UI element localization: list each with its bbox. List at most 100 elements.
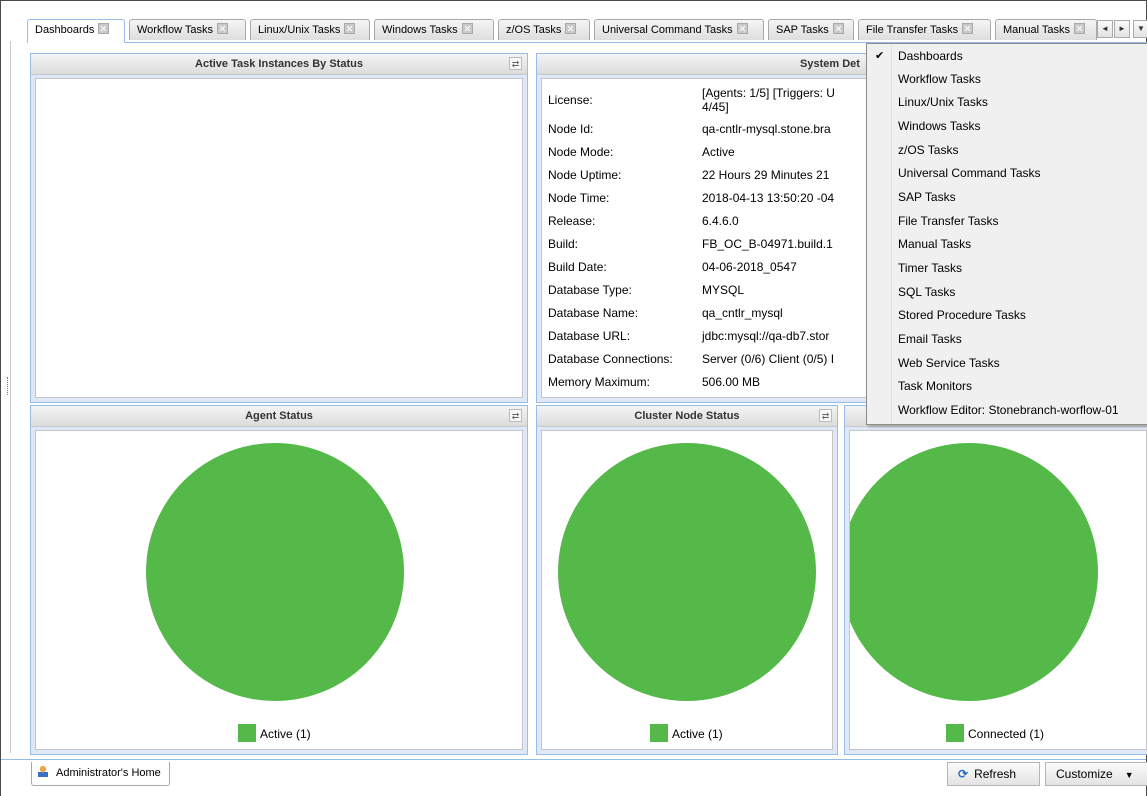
table-row: License: [Agents: 1/5] [Triggers: U 4/45] [548,83,835,117]
scroll-right-icon[interactable]: ► [1114,20,1130,38]
menu-item-label: Email Tasks [898,332,962,346]
tab-label: Administrator's Home [56,767,161,779]
panel-body [35,78,523,398]
refresh-icon[interactable]: ⇄ [509,409,522,422]
table-row: Memory Maximum: 506.00 MB [548,370,835,393]
panel-title: Agent Status [31,406,527,427]
menu-item-label: SAP Tasks [898,190,956,204]
tab-label: SAP Tasks [776,24,829,36]
menu-item-label: File Transfer Tasks [898,214,999,228]
menu-item-sql-tasks[interactable]: SQL Tasks [867,281,1147,304]
menu-item-label: Universal Command Tasks [898,166,1041,180]
menu-item-workflow-tasks[interactable]: Workflow Tasks [867,68,1147,91]
panel-body: Active (1) [541,430,833,750]
menu-item-windows-tasks[interactable]: Windows Tasks [867,115,1147,138]
menu-item-web-service-tasks[interactable]: Web Service Tasks [867,352,1147,375]
table-row: Node Time: 2018-04-13 13:50:20 -04 [548,186,835,209]
menu-item-workflow-editor[interactable]: Workflow Editor: Stonebranch-worflow-01 [867,399,1147,422]
close-icon[interactable] [98,23,110,34]
menu-item-linux-unix-tasks[interactable]: Linux/Unix Tasks [867,91,1147,114]
menu-item-label: Manual Tasks [898,237,972,251]
detail-value: MYSQL [702,282,745,297]
panel-title: Active Task Instances By Status [31,54,527,75]
legend-label: Connected (1) [968,727,1045,741]
menu-item-file-transfer-tasks[interactable]: File Transfer Tasks [867,210,1147,233]
menu-item-label: SQL Tasks [898,285,956,299]
menu-item-sap-tasks[interactable]: SAP Tasks [867,186,1147,209]
detail-key: Memory Maximum: [548,374,651,389]
cluster-node-status-panel: Cluster Node Status ⇄ Active (1) [536,405,838,755]
pie-slice[interactable] [850,443,1098,701]
menu-item-label: Timer Tasks [898,261,963,275]
menu-item-manual-tasks[interactable]: Manual Tasks [867,233,1147,256]
refresh-icon: ⟳ [958,767,969,781]
customize-button[interactable]: Customize ▼ [1045,762,1147,786]
legend-swatch [946,724,964,742]
refresh-label: Refresh [974,767,1017,781]
detail-value: qa-cntlr-mysql.stone.bra [702,121,831,136]
user-icon [38,766,48,777]
tab-label: Windows Tasks [382,24,458,36]
chevron-down-icon: ▼ [1124,770,1134,780]
menu-item-email-tasks[interactable]: Email Tasks [867,328,1147,351]
tab-file-transfer-tasks[interactable]: File Transfer Tasks [858,19,991,40]
tab-universal-command-tasks[interactable]: Universal Command Tasks [594,19,764,40]
scroll-left-icon[interactable]: ◄ [1097,20,1113,38]
menu-item-label: Dashboards [898,49,963,63]
pie-slice[interactable] [558,443,816,701]
close-icon[interactable] [565,23,577,34]
panel-body: Active (1) [35,430,523,750]
chart-legend: Active (1) [650,724,723,742]
tab-windows-tasks[interactable]: Windows Tasks [374,19,494,40]
menu-item-label: Windows Tasks [898,119,981,133]
tab-administrators-home[interactable]: Administrator's Home [31,762,170,786]
tab-menu-icon[interactable]: ▼ [1133,20,1147,38]
menu-item-dashboards[interactable]: ✔ Dashboards [867,45,1147,68]
menu-item-universal-command-tasks[interactable]: Universal Command Tasks [867,162,1147,185]
refresh-icon[interactable]: ⇄ [509,57,522,70]
refresh-button[interactable]: ⟳ Refresh [947,762,1040,786]
system-details-table: License: [Agents: 1/5] [Triggers: U 4/45]… [548,83,835,393]
close-icon[interactable] [962,23,974,34]
splitter[interactable] [6,41,11,753]
detail-value: 22 Hours 29 Minutes 21 [702,167,830,182]
active-task-instances-panel: Active Task Instances By Status ⇄ [30,53,528,403]
tab-workflow-tasks[interactable]: Workflow Tasks [129,19,246,40]
tab-linux-unix-tasks[interactable]: Linux/Unix Tasks [250,19,370,40]
tab-label: Linux/Unix Tasks [258,24,341,36]
menu-item-timer-tasks[interactable]: Timer Tasks [867,257,1147,280]
close-icon[interactable] [344,23,356,34]
menu-item-task-monitors[interactable]: Task Monitors [867,375,1147,398]
tab-zos-tasks[interactable]: z/OS Tasks [498,19,590,40]
pie-slice[interactable] [146,443,404,701]
detail-key: Build Date: [548,259,607,274]
legend-swatch [238,724,256,742]
menu-item-label: Stored Procedure Tasks [898,308,1026,322]
close-icon[interactable] [736,23,748,34]
detail-key: Database Type: [548,282,632,297]
agent-status-panel: Agent Status ⇄ Active (1) [30,405,528,755]
table-row: Node Uptime: 22 Hours 29 Minutes 21 [548,163,835,186]
tab-sap-tasks[interactable]: SAP Tasks [768,19,854,40]
tab-bar: Dashboards Workflow Tasks Linux/Unix Tas… [27,18,1147,43]
close-icon[interactable] [217,23,229,34]
tab-list-menu: ✔ Dashboards Workflow Tasks Linux/Unix Ta… [866,43,1147,425]
table-row: Database Name: qa_cntlr_mysql [548,301,835,324]
tab-dashboards[interactable]: Dashboards [27,19,125,43]
menu-item-stored-procedure-tasks[interactable]: Stored Procedure Tasks [867,304,1147,327]
splitter-grip-icon[interactable] [7,377,10,395]
menu-item-zos-tasks[interactable]: z/OS Tasks [867,139,1147,162]
table-row: Release: 6.4.6.0 [548,209,835,232]
tab-label: Workflow Tasks [137,24,214,36]
tab-label: z/OS Tasks [506,24,562,36]
refresh-icon[interactable]: ⇄ [819,409,832,422]
detail-key: Database Name: [548,305,639,320]
close-icon[interactable] [461,23,473,34]
detail-key: Node Id: [548,121,594,136]
detail-value: jdbc:mysql://qa-db7.stor [702,328,830,343]
close-icon[interactable] [832,23,844,34]
tab-manual-tasks[interactable]: Manual Tasks [995,19,1097,40]
bottom-toolbar: Administrator's Home ⟳ Refresh Customize ▼ [1,759,1147,796]
close-icon[interactable] [1074,23,1086,34]
detail-key: Database Connections: [548,351,673,366]
